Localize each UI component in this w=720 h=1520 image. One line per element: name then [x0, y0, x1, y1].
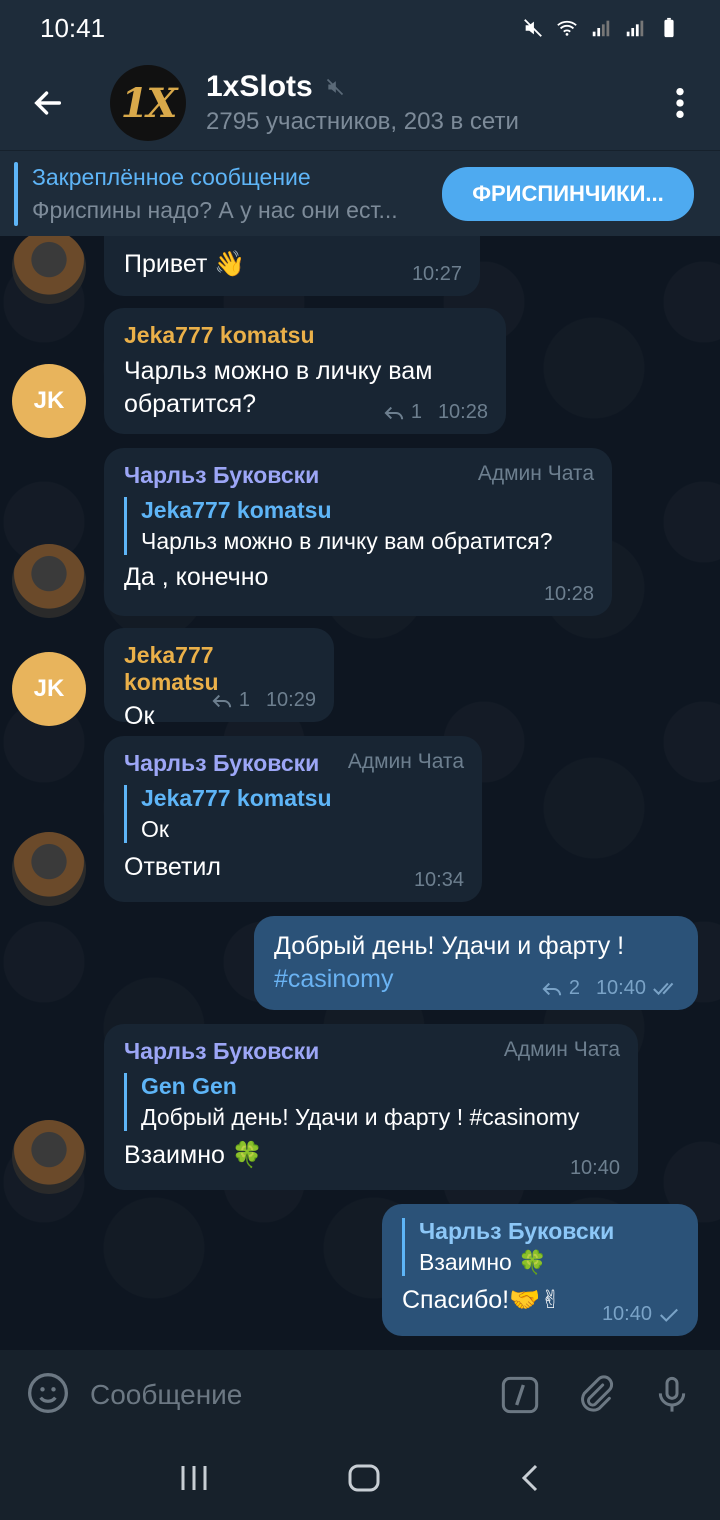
commands-button[interactable] [498, 1373, 542, 1417]
channel-subtitle: 2795 участников, 203 в сети [206, 108, 519, 135]
reply-text: Чарльз можно в личку вам обратится? [141, 528, 553, 554]
message-text: Ответил [124, 853, 221, 881]
pinned-action-button[interactable]: ФРИСПИНЧИКИ... [442, 166, 694, 221]
smiley-icon [28, 1372, 68, 1413]
message-time: 10:28 [437, 401, 488, 423]
reply-text: Добрый день! Удачи и фарту ! #casinomy [141, 1104, 580, 1130]
status-time: 10:41 [40, 12, 106, 43]
pinned-message-bar[interactable]: Закреплённое сообщение Фриспины надо? А … [0, 150, 720, 236]
channel-title: 1xSlots [206, 70, 313, 103]
message-bubble-outgoing[interactable]: Чарльз Буковски Взаимно 🍀 Спасибо!🤝✌ 10:… [382, 1204, 698, 1336]
reply-sender: Gen Gen [141, 1073, 237, 1099]
message-bubble[interactable]: Jeka777 komatsu Ок 1 10:29 [104, 628, 334, 730]
reply-quote[interactable]: Jeka777 komatsu Ок [124, 785, 462, 843]
avatar[interactable] [12, 832, 86, 906]
system-nav-bar [0, 1440, 720, 1520]
reply-sender: Чарльз Буковски [419, 1218, 615, 1244]
check-icon [660, 1308, 678, 1322]
chat-area[interactable]: Привет 👋 10:27 JK Jeka777 komatsu Чарльз… [0, 236, 720, 1350]
message-bubble[interactable]: Чарльз Буковски Админ Чата Jeka777 komat… [104, 736, 482, 902]
recent-apps-button[interactable] [178, 1463, 210, 1498]
reply-icon [384, 406, 403, 419]
home-icon [348, 1464, 380, 1491]
pinned-title: Закреплённое сообщение [32, 163, 311, 190]
reply-icon [212, 694, 231, 707]
pinned-body: Фриспины надо? А у нас они ест... [32, 196, 398, 223]
avatar[interactable] [12, 1120, 86, 1194]
channel-avatar[interactable]: 1X [110, 65, 186, 141]
microphone-icon [658, 1376, 686, 1412]
avatar[interactable]: JK [12, 364, 86, 438]
message-time: 10:34 [413, 869, 464, 891]
message-text: Взаимно 🍀 [124, 1141, 263, 1169]
back-button[interactable] [0, 56, 96, 150]
signal-icon [592, 20, 610, 37]
header-text[interactable]: 1xSlots 2795 участников, 203 в сети [206, 70, 519, 136]
reply-text: Ок [141, 816, 169, 842]
paperclip-icon [581, 1375, 614, 1412]
message-time: 10:29 [265, 689, 316, 711]
reply-sender: Jeka777 komatsu [141, 785, 332, 811]
avatar[interactable]: JK [12, 652, 86, 726]
message-time: 10:27 [411, 263, 462, 285]
sender-name[interactable]: Jeka777 komatsu [124, 322, 486, 349]
message-time: 10:40 [569, 1157, 620, 1179]
home-button[interactable] [347, 1463, 381, 1498]
signal-icon-2 [626, 20, 644, 37]
avatar[interactable] [12, 544, 86, 618]
reply-count: 2 [568, 977, 580, 999]
wifi-icon [557, 20, 577, 36]
chat-header: 1X 1xSlots 2795 участников, 203 в сети [0, 56, 720, 150]
admin-badge: Админ Чата [503, 1038, 620, 1061]
reply-count: 1 [238, 689, 250, 711]
reply-quote[interactable]: Чарльз Буковски Взаимно 🍀 [402, 1218, 678, 1276]
chevron-left-icon [521, 1464, 537, 1491]
battery-icon [664, 17, 674, 38]
message-text: Добрый день! Удачи и фарту ! [274, 932, 625, 960]
message-bubble[interactable]: Чарльз Буковски Админ Чата Gen Gen Добры… [104, 1024, 638, 1190]
voice-button[interactable] [650, 1373, 694, 1417]
double-check-icon [653, 982, 674, 995]
status-icons [522, 17, 680, 39]
reply-text: Взаимно 🍀 [419, 1249, 547, 1275]
reply-icon [542, 982, 561, 995]
more-menu-button[interactable] [640, 56, 720, 150]
arrow-left-icon [34, 91, 62, 115]
message-bubble[interactable]: Jeka777 komatsu Чарльз можно в личку вам… [104, 308, 506, 434]
slash-command-icon [501, 1376, 539, 1414]
mute-icon [524, 19, 542, 37]
recents-icon [181, 1465, 207, 1490]
admin-badge: Админ Чата [347, 750, 464, 773]
more-vert-icon [676, 87, 684, 119]
message-bubble[interactable]: Чарльз Буковски Админ Чата Jeka777 komat… [104, 448, 612, 616]
muted-icon [326, 78, 343, 96]
reply-quote[interactable]: Gen Gen Добрый день! Удачи и фарту ! #ca… [124, 1073, 618, 1131]
message-input[interactable]: Сообщение [90, 1379, 466, 1411]
reply-quote[interactable]: Jeka777 komatsu Чарльз можно в личку вам… [124, 497, 592, 555]
message-text: Привет 👋 [124, 250, 246, 278]
message-text: Да , конечно [124, 563, 269, 591]
reply-sender: Jeka777 komatsu [141, 497, 332, 523]
nav-back-button[interactable] [518, 1463, 542, 1498]
message-time: 10:40 [601, 1303, 652, 1325]
attach-button[interactable] [574, 1373, 618, 1417]
pin-indicator [14, 161, 18, 226]
message-time: 10:28 [543, 583, 594, 605]
message-input-bar: Сообщение [0, 1350, 720, 1440]
status-bar: 10:41 [0, 0, 720, 56]
reply-count: 1 [410, 401, 422, 423]
emoji-button[interactable] [26, 1371, 70, 1420]
admin-badge: Админ Чата [477, 462, 594, 485]
sender-name[interactable]: Jeka777 komatsu [124, 642, 314, 696]
message-bubble-outgoing[interactable]: Добрый день! Удачи и фарту ! #casinomy 2… [254, 916, 698, 1010]
message-bubble[interactable]: Привет 👋 10:27 [104, 236, 480, 296]
message-time: 10:40 [595, 977, 646, 999]
channel-logo: 1X [120, 79, 178, 127]
